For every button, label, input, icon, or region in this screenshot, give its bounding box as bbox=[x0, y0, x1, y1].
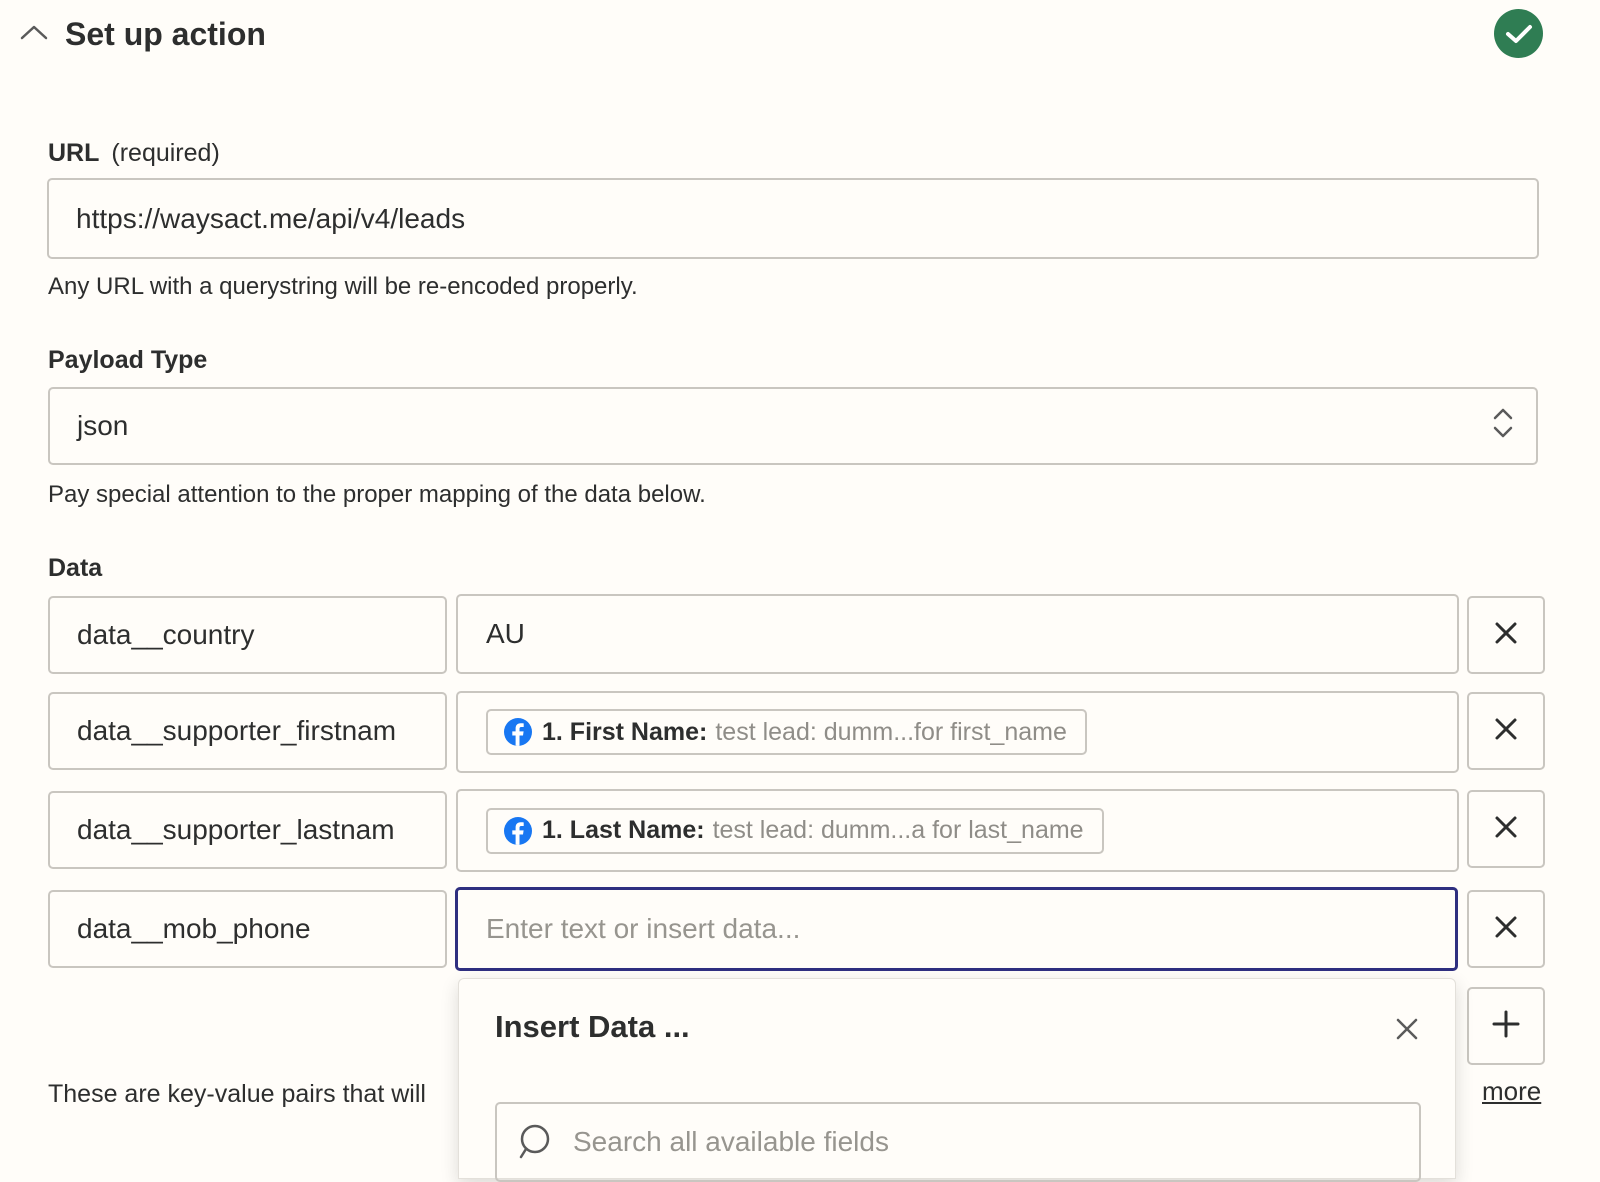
url-help-text: Any URL with a querystring will be re-en… bbox=[48, 273, 638, 300]
payload-type-label: Payload Type bbox=[48, 346, 208, 374]
required-label: (required) bbox=[111, 139, 220, 167]
remove-row-button[interactable] bbox=[1467, 596, 1545, 674]
chevron-up-icon[interactable] bbox=[18, 18, 50, 46]
data-help-text: These are key-value pairs that will bbox=[48, 1080, 426, 1108]
facebook-icon bbox=[504, 816, 532, 845]
data-value-text: AU bbox=[486, 618, 525, 649]
more-link[interactable]: more bbox=[1482, 1076, 1541, 1107]
value-placeholder: Enter text or insert data... bbox=[486, 913, 801, 944]
search-icon bbox=[519, 1123, 553, 1170]
url-value: https://waysact.me/api/v4/leads bbox=[76, 202, 466, 234]
data-key-input[interactable]: data__supporter_firstnam bbox=[48, 692, 447, 770]
search-placeholder: Search all available fields bbox=[573, 1126, 889, 1157]
data-key-value: data__country bbox=[77, 619, 255, 650]
data-value-input[interactable]: AU bbox=[456, 594, 1459, 674]
facebook-icon bbox=[504, 718, 532, 746]
data-key-value: data__mob_phone bbox=[77, 913, 311, 944]
data-key-value: data__supporter_firstnam bbox=[77, 715, 397, 746]
data-key-input[interactable]: data__country bbox=[48, 596, 447, 674]
search-fields-input[interactable]: Search all available fields bbox=[495, 1102, 1421, 1182]
popup-close-button[interactable] bbox=[1390, 1014, 1424, 1048]
remove-row-button[interactable] bbox=[1467, 692, 1545, 770]
data-key-value: data__supporter_lastnam bbox=[77, 814, 395, 845]
pill-value: test lead: dumm...for first_name bbox=[715, 717, 1067, 746]
plus-icon bbox=[1492, 1010, 1520, 1043]
pill-label: 1. Last Name: bbox=[542, 816, 705, 844]
data-key-input[interactable]: data__mob_phone bbox=[48, 890, 447, 968]
check-circle-icon bbox=[1494, 9, 1543, 58]
popup-title: Insert Data ... bbox=[495, 1009, 690, 1044]
payload-type-select[interactable]: json bbox=[48, 387, 1538, 465]
url-input[interactable]: https://waysact.me/api/v4/leads bbox=[47, 178, 1539, 259]
data-key-input[interactable]: data__supporter_lastnam bbox=[48, 791, 447, 869]
data-label: Data bbox=[48, 554, 103, 582]
mapped-field-pill[interactable]: 1. First Name: test lead: dumm...for fir… bbox=[486, 709, 1087, 755]
add-row-button[interactable] bbox=[1467, 987, 1545, 1065]
payload-type-value: json bbox=[77, 410, 129, 441]
close-icon bbox=[1494, 621, 1518, 650]
url-label: URL (required) bbox=[48, 137, 220, 169]
remove-row-button[interactable] bbox=[1467, 790, 1545, 868]
up-down-chevron-icon bbox=[1492, 406, 1514, 447]
mapped-field-pill[interactable]: 1. Last Name: test lead: dumm...a for la… bbox=[486, 807, 1104, 854]
data-value-input[interactable]: 1. Last Name: test lead: dumm...a for la… bbox=[456, 789, 1459, 872]
url-label-text: URL bbox=[48, 139, 100, 167]
payload-help-text: Pay special attention to the proper mapp… bbox=[48, 481, 706, 508]
close-icon bbox=[1494, 815, 1518, 844]
insert-data-popup: Insert Data ... Search all available fie… bbox=[458, 978, 1456, 1182]
page-title: Set up action bbox=[65, 16, 266, 52]
pill-label: 1. First Name: bbox=[542, 717, 708, 746]
close-icon bbox=[1494, 915, 1518, 944]
remove-row-button[interactable] bbox=[1467, 890, 1545, 968]
data-value-input[interactable]: 1. First Name: test lead: dumm...for fir… bbox=[456, 691, 1459, 773]
close-icon bbox=[1494, 717, 1518, 746]
pill-value: test lead: dumm...a for last_name bbox=[712, 816, 1084, 844]
data-value-input[interactable]: Enter text or insert data... bbox=[455, 887, 1458, 971]
close-icon bbox=[1396, 1018, 1418, 1045]
